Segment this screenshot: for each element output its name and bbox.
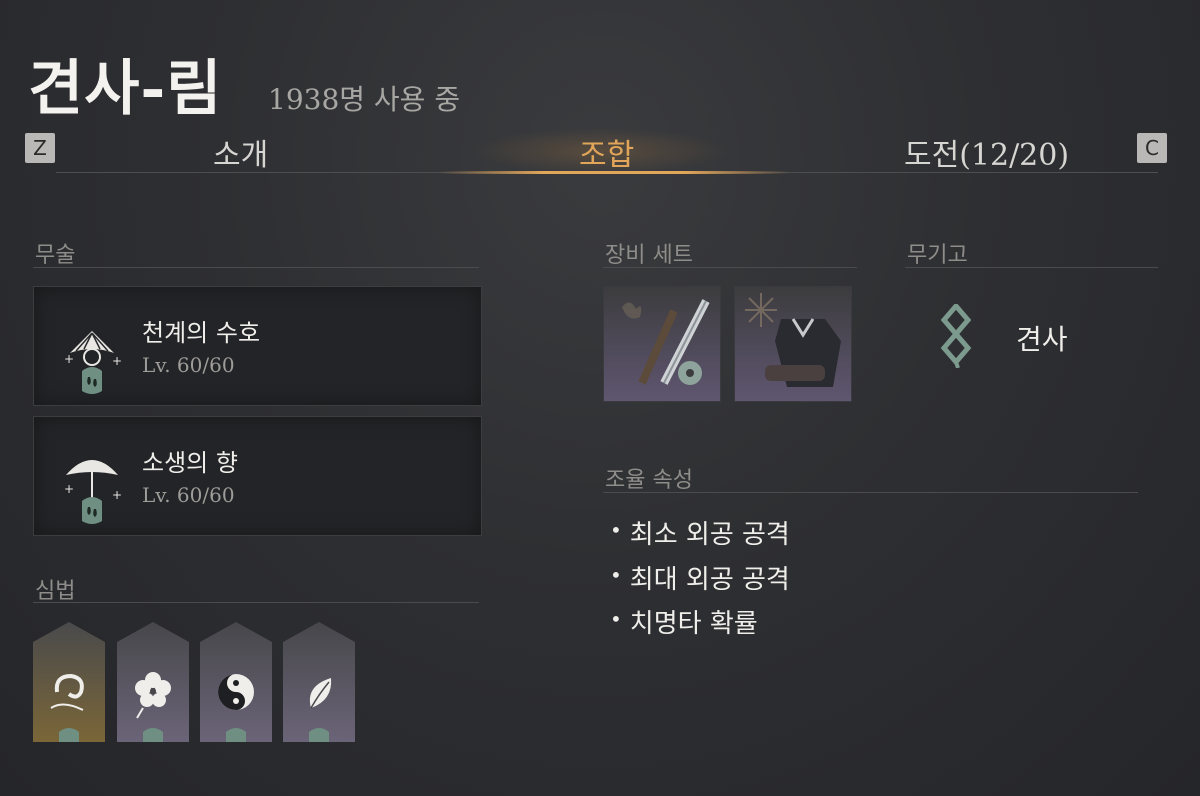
next-tab-key[interactable]: C: [1137, 133, 1167, 163]
page-title: 견사-림: [28, 54, 223, 124]
prev-tab-key[interactable]: Z: [25, 133, 55, 163]
skill-level: Lv. 60/60: [142, 353, 235, 377]
attribute-label: 최대 외공 공격: [629, 565, 790, 595]
svg-text:+: +: [112, 488, 122, 502]
fan-icon: + +: [56, 311, 128, 401]
bullet-icon: •: [610, 563, 622, 587]
user-count: 1938명 사용 중: [268, 83, 461, 116]
attribute-item: • 최대 외공 공격: [610, 559, 790, 596]
skill-card[interactable]: + + 소생의 향 Lv. 60/60: [33, 416, 482, 536]
heart-slot[interactable]: [283, 622, 355, 742]
bullet-icon: •: [610, 518, 622, 542]
attribute-label: 최소 외공 공격: [629, 520, 790, 550]
skill-name: 천계의 수호: [142, 319, 261, 347]
martial-section-title: 무술: [35, 243, 76, 268]
heart-section-title: 심법: [35, 579, 76, 604]
attribute-label: 치명타 확률: [629, 609, 758, 639]
heart-slot[interactable]: [33, 622, 105, 742]
skill-name: 소생의 향: [142, 449, 238, 477]
attribute-item: • 최소 외공 공격: [610, 514, 790, 551]
heart-slot[interactable]: [117, 622, 189, 742]
heart-section-divider: [33, 602, 479, 603]
equipment-section-divider: [603, 267, 857, 268]
weapon-name: 견사: [1016, 323, 1068, 356]
svg-text:+: +: [64, 482, 74, 496]
equipment-section-title: 장비 세트: [605, 243, 693, 268]
active-tab-underline: [438, 171, 790, 174]
equipment-slot[interactable]: [734, 286, 852, 402]
tab-challenge[interactable]: 도전(12/20): [904, 130, 1069, 174]
weapon-rune-icon[interactable]: [936, 302, 976, 369]
sword-set-icon: [604, 287, 720, 401]
skill-card[interactable]: + + 천계의 수호 Lv. 60/60: [33, 286, 482, 406]
umbrella-icon: + +: [56, 441, 128, 531]
skill-level: Lv. 60/60: [142, 483, 235, 507]
attributes-section-divider: [603, 492, 1138, 493]
bullet-icon: •: [610, 607, 622, 631]
equipment-slot[interactable]: [603, 286, 721, 402]
weapon-section-title: 무기고: [907, 243, 968, 268]
armor-set-icon: [735, 287, 851, 401]
martial-section-divider: [33, 267, 479, 268]
svg-text:+: +: [64, 352, 74, 366]
attributes-section-title: 조율 속성: [605, 468, 693, 493]
svg-text:+: +: [112, 354, 122, 368]
weapon-section-divider: [905, 267, 1158, 268]
tab-intro[interactable]: 소개: [213, 130, 268, 174]
attribute-item: • 치명타 확률: [610, 603, 758, 640]
yin-yang-icon: [218, 674, 254, 710]
heart-slot[interactable]: [200, 622, 272, 742]
tab-combination[interactable]: 조합: [579, 130, 634, 174]
